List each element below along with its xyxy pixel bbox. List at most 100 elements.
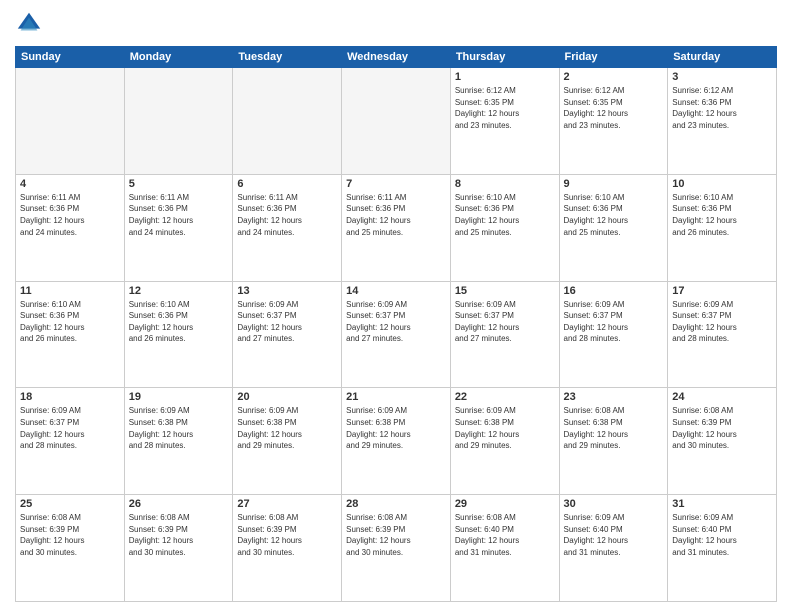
day-info: Sunrise: 6:10 AM Sunset: 6:36 PM Dayligh… [455, 192, 555, 238]
day-cell: 5 Sunrise: 6:11 AM Sunset: 6:36 PM Daylig… [124, 174, 233, 281]
day-cell: 11 Sunrise: 6:10 AM Sunset: 6:36 PM Dayli… [16, 281, 125, 388]
day-info: Sunrise: 6:09 AM Sunset: 6:37 PM Dayligh… [237, 299, 337, 345]
day-info: Sunrise: 6:11 AM Sunset: 6:36 PM Dayligh… [237, 192, 337, 238]
day-info: Sunrise: 6:12 AM Sunset: 6:35 PM Dayligh… [564, 85, 664, 131]
day-number: 12 [129, 285, 229, 297]
day-number: 2 [564, 71, 664, 83]
day-number: 15 [455, 285, 555, 297]
day-cell: 22Sunrise: 6:09 AM Sunset: 6:38 PM Dayli… [450, 388, 559, 495]
day-cell: 15Sunrise: 6:09 AM Sunset: 6:37 PM Dayli… [450, 281, 559, 388]
day-cell: 18Sunrise: 6:09 AM Sunset: 6:37 PM Dayli… [16, 388, 125, 495]
day-number: 13 [237, 285, 337, 297]
day-info: Sunrise: 6:10 AM Sunset: 6:36 PM Dayligh… [564, 192, 664, 238]
logo-icon [15, 10, 43, 38]
day-info: Sunrise: 6:09 AM Sunset: 6:38 PM Dayligh… [129, 405, 229, 451]
day-cell: 23 Sunrise: 6:08 AM Sunset: 6:38 PM Dayli… [559, 388, 668, 495]
day-cell [233, 68, 342, 175]
day-number: 9 [564, 178, 664, 190]
day-number: 11 [20, 285, 120, 297]
day-cell: 2 Sunrise: 6:12 AM Sunset: 6:35 PM Daylig… [559, 68, 668, 175]
day-info: Sunrise: 6:08 AM Sunset: 6:39 PM Dayligh… [672, 405, 772, 451]
week-row-1: 1 Sunrise: 6:12 AM Sunset: 6:35 PM Daylig… [16, 68, 777, 175]
header [15, 10, 777, 38]
day-number: 30 [564, 498, 664, 510]
day-cell: 31 Sunrise: 6:09 AM Sunset: 6:40 PM Dayli… [668, 495, 777, 602]
day-cell: 8Sunrise: 6:10 AM Sunset: 6:36 PM Daylig… [450, 174, 559, 281]
day-number: 3 [672, 71, 772, 83]
day-number: 17 [672, 285, 772, 297]
day-info: Sunrise: 6:12 AM Sunset: 6:36 PM Dayligh… [672, 85, 772, 131]
day-number: 23 [564, 391, 664, 403]
day-info: Sunrise: 6:11 AM Sunset: 6:36 PM Dayligh… [129, 192, 229, 238]
day-info: Sunrise: 6:11 AM Sunset: 6:36 PM Dayligh… [20, 192, 120, 238]
day-info: Sunrise: 6:10 AM Sunset: 6:36 PM Dayligh… [129, 299, 229, 345]
day-info: Sunrise: 6:08 AM Sunset: 6:39 PM Dayligh… [346, 512, 446, 558]
day-number: 25 [20, 498, 120, 510]
day-info: Sunrise: 6:09 AM Sunset: 6:37 PM Dayligh… [672, 299, 772, 345]
day-cell: 6 Sunrise: 6:11 AM Sunset: 6:36 PM Daylig… [233, 174, 342, 281]
day-number: 29 [455, 498, 555, 510]
day-cell: 14 Sunrise: 6:09 AM Sunset: 6:37 PM Dayli… [342, 281, 451, 388]
calendar-table: SundayMondayTuesdayWednesdayThursdayFrid… [15, 46, 777, 602]
day-number: 6 [237, 178, 337, 190]
day-number: 4 [20, 178, 120, 190]
weekday-header-monday: Monday [124, 47, 233, 68]
day-number: 22 [455, 391, 555, 403]
day-cell: 10 Sunrise: 6:10 AM Sunset: 6:36 PM Dayli… [668, 174, 777, 281]
day-info: Sunrise: 6:08 AM Sunset: 6:39 PM Dayligh… [129, 512, 229, 558]
day-info: Sunrise: 6:08 AM Sunset: 6:39 PM Dayligh… [237, 512, 337, 558]
day-info: Sunrise: 6:08 AM Sunset: 6:40 PM Dayligh… [455, 512, 555, 558]
day-number: 21 [346, 391, 446, 403]
day-cell: 3 Sunrise: 6:12 AM Sunset: 6:36 PM Daylig… [668, 68, 777, 175]
day-cell: 26 Sunrise: 6:08 AM Sunset: 6:39 PM Dayli… [124, 495, 233, 602]
day-cell [124, 68, 233, 175]
day-number: 10 [672, 178, 772, 190]
day-cell: 1 Sunrise: 6:12 AM Sunset: 6:35 PM Daylig… [450, 68, 559, 175]
day-info: Sunrise: 6:09 AM Sunset: 6:38 PM Dayligh… [346, 405, 446, 451]
day-number: 26 [129, 498, 229, 510]
logo [15, 10, 47, 38]
day-number: 5 [129, 178, 229, 190]
day-number: 24 [672, 391, 772, 403]
day-number: 7 [346, 178, 446, 190]
day-cell: 25 Sunrise: 6:08 AM Sunset: 6:39 PM Dayli… [16, 495, 125, 602]
week-row-3: 11 Sunrise: 6:10 AM Sunset: 6:36 PM Dayli… [16, 281, 777, 388]
day-info: Sunrise: 6:10 AM Sunset: 6:36 PM Dayligh… [20, 299, 120, 345]
day-number: 27 [237, 498, 337, 510]
day-cell [16, 68, 125, 175]
day-info: Sunrise: 6:09 AM Sunset: 6:38 PM Dayligh… [237, 405, 337, 451]
day-cell [342, 68, 451, 175]
day-cell: 20Sunrise: 6:09 AM Sunset: 6:38 PM Dayli… [233, 388, 342, 495]
day-number: 19 [129, 391, 229, 403]
day-info: Sunrise: 6:12 AM Sunset: 6:35 PM Dayligh… [455, 85, 555, 131]
day-info: Sunrise: 6:09 AM Sunset: 6:37 PM Dayligh… [346, 299, 446, 345]
day-cell: 16Sunrise: 6:09 AM Sunset: 6:37 PM Dayli… [559, 281, 668, 388]
weekday-header-saturday: Saturday [668, 47, 777, 68]
weekday-header-friday: Friday [559, 47, 668, 68]
day-number: 14 [346, 285, 446, 297]
week-row-5: 25 Sunrise: 6:08 AM Sunset: 6:39 PM Dayli… [16, 495, 777, 602]
day-cell: 24 Sunrise: 6:08 AM Sunset: 6:39 PM Dayli… [668, 388, 777, 495]
weekday-header-wednesday: Wednesday [342, 47, 451, 68]
day-cell: 21 Sunrise: 6:09 AM Sunset: 6:38 PM Dayli… [342, 388, 451, 495]
weekday-header-thursday: Thursday [450, 47, 559, 68]
day-cell: 30 Sunrise: 6:09 AM Sunset: 6:40 PM Dayli… [559, 495, 668, 602]
day-number: 31 [672, 498, 772, 510]
day-cell: 19 Sunrise: 6:09 AM Sunset: 6:38 PM Dayli… [124, 388, 233, 495]
day-info: Sunrise: 6:10 AM Sunset: 6:36 PM Dayligh… [672, 192, 772, 238]
day-info: Sunrise: 6:09 AM Sunset: 6:40 PM Dayligh… [564, 512, 664, 558]
day-number: 28 [346, 498, 446, 510]
day-info: Sunrise: 6:08 AM Sunset: 6:38 PM Dayligh… [564, 405, 664, 451]
weekday-header-row: SundayMondayTuesdayWednesdayThursdayFrid… [16, 47, 777, 68]
day-number: 16 [564, 285, 664, 297]
day-number: 1 [455, 71, 555, 83]
day-info: Sunrise: 6:09 AM Sunset: 6:37 PM Dayligh… [20, 405, 120, 451]
day-info: Sunrise: 6:11 AM Sunset: 6:36 PM Dayligh… [346, 192, 446, 238]
day-cell: 4 Sunrise: 6:11 AM Sunset: 6:36 PM Daylig… [16, 174, 125, 281]
day-cell: 12 Sunrise: 6:10 AM Sunset: 6:36 PM Dayli… [124, 281, 233, 388]
day-info: Sunrise: 6:09 AM Sunset: 6:40 PM Dayligh… [672, 512, 772, 558]
week-row-2: 4 Sunrise: 6:11 AM Sunset: 6:36 PM Daylig… [16, 174, 777, 281]
day-info: Sunrise: 6:08 AM Sunset: 6:39 PM Dayligh… [20, 512, 120, 558]
page: SundayMondayTuesdayWednesdayThursdayFrid… [0, 0, 792, 612]
weekday-header-tuesday: Tuesday [233, 47, 342, 68]
